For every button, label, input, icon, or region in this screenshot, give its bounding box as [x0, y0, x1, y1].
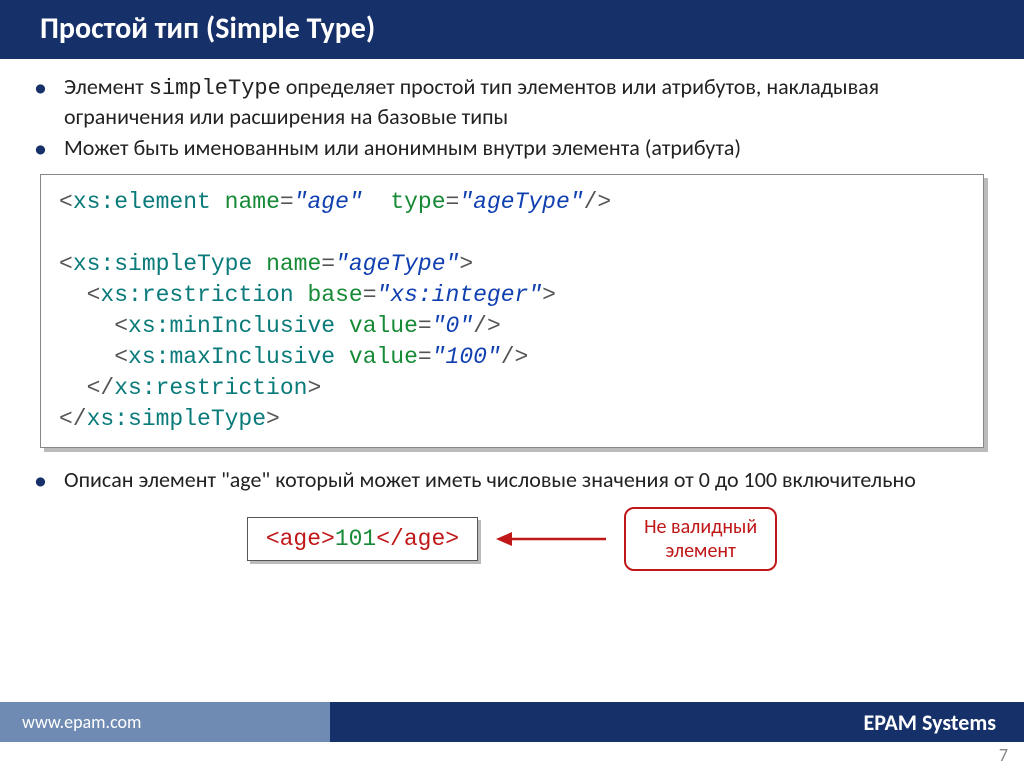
invalid-example-box: <age>101</age> [247, 517, 478, 561]
page-number: 7 [999, 744, 1008, 766]
code-inline: simpleType [149, 76, 281, 101]
xml-attr: name [266, 251, 321, 277]
xml-tag: xs:element [73, 189, 211, 215]
slide-title: Простой тип (Simple Type) [0, 0, 1024, 59]
xml-attr-value: "0" [432, 313, 473, 339]
slide-content: Элемент simpleType определяет простой ти… [0, 59, 1024, 571]
bullets-bottom: Описан элемент "age" который может иметь… [30, 466, 994, 494]
xml-tag: <age> [266, 526, 335, 552]
xml-attr: value [349, 344, 418, 370]
xml-tag: xs:simpleType [73, 251, 252, 277]
xml-tag: xs:maxInclusive [128, 344, 335, 370]
xml-attr-value: "xs:integer" [377, 282, 543, 308]
footer: www.epam.com EPAM Systems [0, 702, 1024, 742]
callout-line: элемент [665, 539, 735, 563]
footer-url: www.epam.com [0, 702, 330, 742]
xml-tag: xs:minInclusive [128, 313, 335, 339]
xml-attr: base [307, 282, 362, 308]
xml-tag: xs:restriction [100, 282, 293, 308]
footer-company: EPAM Systems [330, 702, 1024, 742]
xml-tag: </age> [376, 526, 459, 552]
bullet-item: Может быть именованным или анонимным вну… [60, 134, 994, 162]
callout-box: Не валидный элемент [624, 507, 777, 571]
xml-tag: xs:restriction [114, 375, 307, 401]
xml-tag: xs:simpleType [87, 406, 266, 432]
callout-row: <age>101</age> Не валидный элемент [30, 507, 994, 571]
xml-attr-value: "100" [432, 344, 501, 370]
xml-attr-value: "ageType" [459, 189, 583, 215]
xml-text: 101 [335, 526, 376, 552]
bullet-item: Описан элемент "age" который может иметь… [60, 466, 994, 494]
xml-attr-value: "age" [294, 189, 363, 215]
bullet-item: Элемент simpleType определяет простой ти… [60, 73, 994, 130]
xml-attr: type [390, 189, 445, 215]
arrow-left-icon [496, 529, 606, 549]
xml-attr: value [349, 313, 418, 339]
text: Элемент [64, 73, 149, 100]
xml-attr-value: "ageType" [335, 251, 459, 277]
bullets-top: Элемент simpleType определяет простой ти… [30, 73, 994, 162]
xml-attr: name [225, 189, 280, 215]
code-block: <xs:element name="age" type="ageType"/> … [40, 174, 984, 448]
callout-line: Не валидный [644, 515, 757, 539]
